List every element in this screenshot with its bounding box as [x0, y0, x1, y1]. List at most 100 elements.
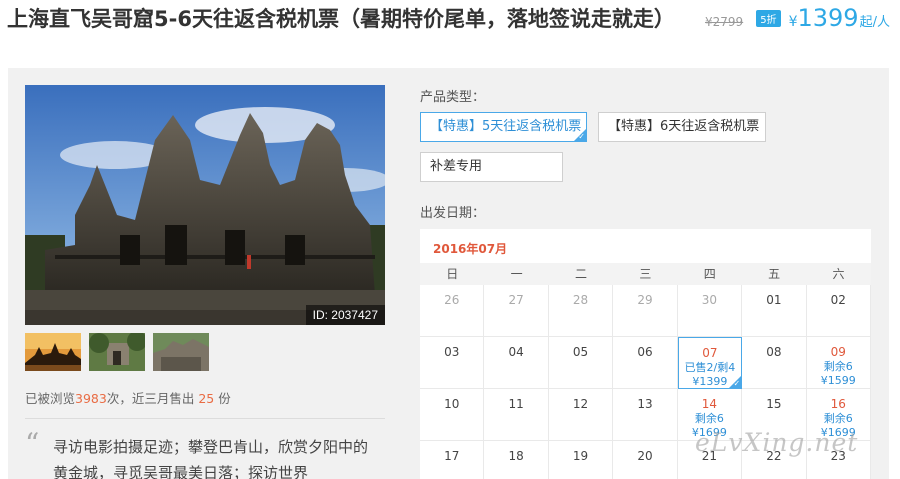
views-middle: 次，近三月售出: [106, 391, 199, 406]
calendar-month: 2016年07月: [433, 242, 508, 256]
stone-ruins-icon: [153, 333, 209, 371]
price-block: ¥2799 5折 ¥ 1399 起/人: [705, 6, 890, 36]
thumbnail-ruins[interactable]: [153, 333, 209, 371]
calendar-day: 28: [548, 285, 614, 337]
calendar-day[interactable]: 08: [742, 337, 807, 389]
day-number: 13: [637, 397, 653, 411]
option-6-day[interactable]: 【特惠】6天往返含税机票: [598, 112, 766, 142]
weekday-label: 一: [510, 267, 523, 281]
day-number: 30: [701, 293, 718, 307]
sold-count: 25: [198, 391, 215, 406]
availability-text: 剩余6: [823, 360, 853, 373]
departure-date-label: 出发日期：: [420, 206, 486, 221]
day-number: 29: [637, 293, 653, 307]
thumbnail-sunset[interactable]: [25, 333, 81, 371]
sunset-temple-icon: [25, 333, 81, 371]
day-price: ¥1599: [820, 374, 856, 387]
option-5-day[interactable]: 【特惠】5天往返含税机票 ✓: [420, 112, 587, 142]
option-label: 【特惠】5天往返含税机票: [430, 119, 582, 134]
calendar-day: 30: [677, 285, 743, 337]
day-number: 06: [637, 345, 653, 359]
day-number: 20: [637, 449, 653, 463]
calendar-day[interactable]: 12: [548, 389, 614, 441]
product-page: 上海直飞吴哥窟5-6天往返含税机票（暑期特价尾单，落地签说走就走） ¥2799 …: [0, 0, 900, 479]
calendar-day[interactable]: 02: [806, 285, 871, 337]
product-panel: ID: 2037427 已被浏览3983次，近三月售出 25 份 “ 寻访电影拍…: [8, 68, 889, 479]
option-label: 补差专用: [430, 159, 483, 174]
calendar-day[interactable]: 09 剩余6 ¥1599: [806, 337, 871, 389]
main-photo[interactable]: ID: 2037427: [25, 85, 385, 325]
day-number: 14: [701, 397, 718, 411]
day-number: 11: [508, 397, 524, 411]
thumbnail-jungle[interactable]: [89, 333, 145, 371]
day-number: 07: [702, 346, 718, 360]
option-supplement[interactable]: 补差专用: [420, 152, 563, 182]
watermark: eLvXing.net: [695, 428, 859, 457]
day-number: 15: [766, 397, 782, 411]
weekday-header: 日一二三四五六: [420, 263, 871, 285]
day-number: 16: [830, 397, 846, 411]
calendar-day[interactable]: 11: [484, 389, 549, 441]
calendar-day[interactable]: 19: [549, 441, 614, 479]
views-suffix: 份: [214, 391, 231, 406]
calendar-day: 27: [484, 285, 549, 337]
weekday-label: 五: [768, 267, 781, 281]
calendar-day[interactable]: 05: [548, 337, 614, 389]
calendar-day[interactable]: 10: [420, 389, 485, 441]
divider: [25, 418, 385, 419]
option-label: 【特惠】6天往返含税机票: [608, 119, 760, 134]
product-description: 寻访电影拍摄足迹；攀登巴肯山，欣赏夕阳中的黄金城，寻觅吴哥最美日落；探访世界: [53, 438, 369, 479]
day-number: 26: [444, 293, 460, 307]
calendar-day[interactable]: 18: [484, 441, 549, 479]
check-icon: ✓: [578, 132, 585, 141]
day-number: 19: [572, 449, 589, 463]
day-number: 27: [508, 293, 524, 307]
calendar-day[interactable]: 06: [613, 337, 678, 389]
photo-id-label: ID: 2037427: [305, 305, 385, 325]
quote-icon: “: [25, 427, 40, 460]
original-price: ¥2799: [705, 15, 744, 29]
day-number: 17: [444, 449, 460, 463]
view-count: 3983: [75, 391, 107, 406]
current-price: 1399: [797, 4, 859, 32]
calendar-day[interactable]: 07 已售2/剩4 ¥1399 ✓: [677, 337, 743, 389]
availability-text: 剩余6: [694, 412, 724, 425]
calendar-day[interactable]: 17: [420, 441, 485, 479]
weekday-label: 三: [639, 267, 652, 281]
calendar-day[interactable]: 03: [420, 337, 485, 389]
day-number: 04: [508, 345, 524, 359]
discount-badge: 5折: [756, 10, 781, 27]
day-number: 09: [830, 345, 846, 359]
thumbnail-strip: [25, 333, 217, 371]
calendar-day: 29: [613, 285, 678, 337]
day-number: 28: [572, 293, 589, 307]
day-number: 18: [508, 449, 524, 463]
day-number: 05: [572, 345, 589, 359]
day-number: 01: [766, 293, 782, 307]
check-icon: ✓: [733, 379, 741, 388]
weekday-label: 六: [832, 267, 845, 281]
weekday-label: 日: [446, 267, 459, 281]
price-unit: 起/人: [859, 15, 890, 30]
temple-photo-icon: [25, 85, 385, 325]
weekday-label: 四: [703, 267, 716, 281]
jungle-ruins-icon: [89, 333, 145, 371]
availability-text: 已售2/剩4: [684, 361, 736, 374]
day-number: 12: [572, 397, 589, 411]
calendar-day[interactable]: 20: [613, 441, 678, 479]
day-number: 03: [444, 345, 460, 359]
day-number: 02: [830, 293, 846, 307]
day-number: 10: [444, 397, 460, 411]
view-stats: 已被浏览3983次，近三月售出 25 份: [25, 388, 231, 407]
product-type-label: 产品类型：: [420, 90, 486, 105]
weekday-label: 二: [574, 267, 587, 281]
currency-symbol: ¥: [788, 14, 798, 30]
calendar-day[interactable]: 01: [742, 285, 807, 337]
availability-text: 剩余6: [823, 412, 853, 425]
calendar-day[interactable]: 13: [613, 389, 678, 441]
day-number: 08: [766, 345, 782, 359]
views-prefix: 已被浏览: [25, 391, 76, 406]
page-title: 上海直飞吴哥窟5-6天往返含税机票（暑期特价尾单，落地签说走就走）: [7, 7, 675, 31]
calendar-day: 26: [420, 285, 485, 337]
calendar-day[interactable]: 04: [484, 337, 549, 389]
